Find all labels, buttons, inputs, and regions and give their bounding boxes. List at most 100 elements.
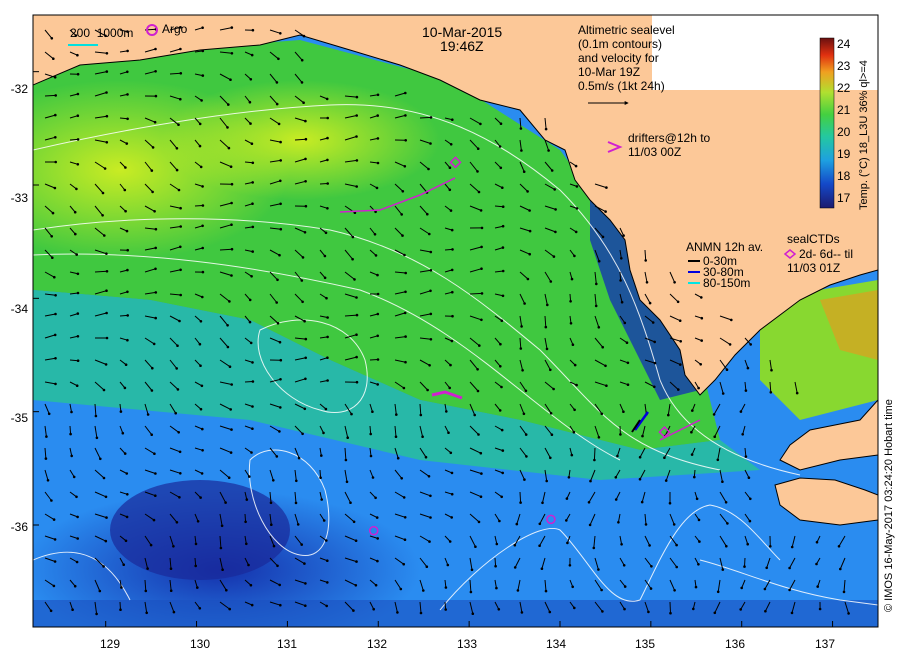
velocity-arrowhead (644, 259, 647, 262)
velocity-arrowhead (449, 363, 452, 367)
velocity-arrowhead (404, 139, 408, 142)
seal-legend-line-1: 2d- 6d-- til (799, 247, 854, 261)
velocity-arrowhead (499, 365, 502, 368)
colorbar-tick-24: 24 (837, 37, 851, 51)
velocity-arrowhead (228, 365, 232, 369)
velocity-arrowhead (249, 583, 253, 587)
velocity-arrowhead (451, 290, 454, 294)
velocity-arrowhead (105, 289, 108, 293)
velocity-arrowhead (449, 209, 453, 212)
velocity-arrowhead (102, 476, 106, 480)
velocity-arrowhead (126, 49, 129, 53)
velocity-arrowhead (371, 476, 375, 479)
velocity-arrowhead (304, 604, 307, 607)
velocity-arrowhead (355, 560, 358, 563)
velocity-arrowhead (451, 118, 454, 121)
velocity-arrowhead (151, 146, 155, 149)
velocity-arrowhead (620, 257, 623, 260)
velocity-arrowhead (725, 368, 729, 372)
velocity-arrowhead (744, 455, 748, 458)
x-tick-133: 133 (456, 637, 478, 651)
velocity-arrowhead (352, 520, 356, 524)
velocity-arrowhead (323, 276, 327, 280)
velocity-arrowhead (371, 410, 374, 414)
velocity-arrowhead (692, 607, 695, 611)
velocity-arrowhead (355, 355, 358, 359)
velocity-arrowhead (196, 520, 200, 523)
colorbar-tick-17: 17 (837, 191, 851, 205)
velocity-arrowhead (125, 472, 129, 475)
velocity-arrowhead (201, 185, 204, 188)
velocity-arrowhead (498, 519, 501, 523)
velocity-arrowhead (450, 471, 454, 475)
velocity-arrowhead (501, 224, 505, 228)
velocity-arrowhead (199, 165, 203, 169)
velocity-arrowhead (176, 388, 180, 391)
velocity-arrowhead (498, 145, 502, 148)
velocity-arrowhead (52, 518, 56, 521)
velocity-arrowhead (354, 539, 358, 542)
velocity-arrowhead (721, 392, 725, 395)
velocity-arrowhead (54, 160, 57, 164)
velocity-arrowhead (713, 611, 717, 615)
velocity-arrowhead (105, 311, 108, 315)
velocity-arrowhead (249, 78, 253, 81)
velocity-arrowhead (445, 410, 448, 413)
blank-region (652, 15, 878, 90)
velocity-arrowhead (376, 292, 380, 296)
map-time: 19:46Z (440, 38, 484, 54)
argo-legend-label: Argo (162, 22, 188, 36)
velocity-arrowhead (169, 589, 173, 592)
velocity-arrowhead (355, 380, 359, 384)
velocity-arrowhead (300, 81, 304, 84)
velocity-arrowhead (146, 567, 149, 570)
colorbar-title: Temp. (°C) 18_L3U 36% ql>=4 (858, 60, 870, 210)
velocity-arrowhead (476, 368, 479, 371)
velocity-arrowhead (50, 499, 53, 502)
velocity-arrowhead (247, 563, 250, 567)
velocity-arrowhead (815, 562, 818, 566)
velocity-arrowhead (71, 608, 74, 611)
velocity-arrowhead (150, 389, 154, 392)
velocity-arrowhead (123, 386, 127, 390)
velocity-arrowhead (350, 412, 353, 416)
velocity-arrowhead (73, 584, 77, 588)
velocity-arrowhead (198, 342, 202, 346)
velocity-arrowhead (549, 456, 552, 460)
velocity-arrowhead (575, 207, 579, 210)
velocity-arrowhead (126, 290, 129, 294)
velocity-arrowhead (76, 114, 80, 117)
velocity-arrowhead (279, 358, 283, 362)
velocity-arrowhead (795, 391, 799, 395)
velocity-arrowhead (552, 255, 556, 258)
velocity-arrowhead (279, 603, 282, 607)
velocity-arrowhead (515, 522, 519, 526)
velocity-arrowhead (105, 52, 109, 55)
velocity-arrowhead (395, 413, 398, 416)
velocity-arrowhead (304, 337, 308, 341)
velocity-arrowhead (54, 312, 57, 316)
velocity-arrowhead (724, 501, 728, 504)
velocity-arrowhead (251, 427, 254, 431)
velocity-arrowhead (201, 270, 205, 274)
velocity-arrowhead (403, 538, 407, 541)
velocity-arrowhead (548, 610, 552, 614)
velocity-arrowhead (105, 252, 108, 255)
velocity-arrowhead (353, 278, 356, 281)
colorbar-tick-20: 20 (837, 125, 851, 139)
velocity-arrowhead (763, 587, 767, 591)
velocity-arrowhead (545, 347, 549, 351)
velocity-arrowhead (230, 223, 233, 226)
velocity-arrowhead (480, 318, 483, 322)
velocity-arrowhead (279, 227, 283, 231)
velocity-arrowhead (400, 477, 404, 480)
velocity-arrowhead (815, 540, 819, 544)
southern-cold-strip (33, 600, 878, 627)
velocity-arrowhead (839, 567, 842, 571)
velocity-arrowhead (275, 301, 279, 304)
velocity-arrowhead (376, 93, 380, 97)
velocity-arrowhead (622, 564, 626, 567)
velocity-arrowhead (600, 588, 603, 592)
velocity-arrowhead (53, 186, 57, 190)
velocity-arrowhead (124, 209, 127, 213)
